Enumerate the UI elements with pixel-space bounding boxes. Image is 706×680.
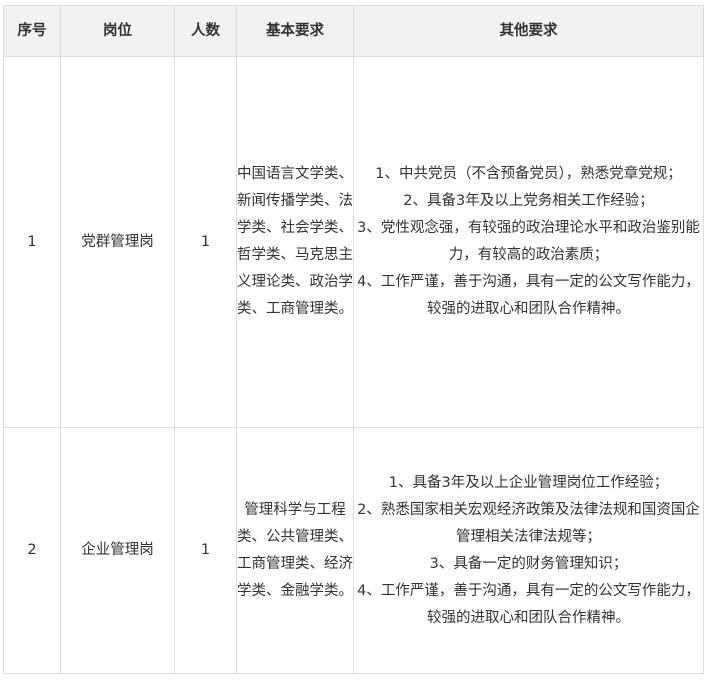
other-requirement-line: 2、具备3年及以上党务相关工作经验； <box>403 193 654 209</box>
row-count: 1 <box>174 427 237 674</box>
row-basic-requirements: 中国语言文学类、新闻传播学类、法学类、社会学类、哲学类、马克思主义理论类、政治学… <box>236 56 354 428</box>
table-row: 2 企业管理岗 1 管理科学与工程类、公共管理类、工商管理类、经济学类、金融学类… <box>3 427 704 674</box>
row-position: 党群管理岗 <box>60 56 175 428</box>
other-requirement-line: 3、党性观念强，有较强的政治理论水平和政治鉴别能力，有较高的政治素质； <box>357 220 700 263</box>
other-requirement-line: 1、具备3年及以上企业管理岗位工作经验； <box>388 474 669 491</box>
other-requirement-line: 2、熟悉国家相关宏观经济政策及法律法规和国资国企管理相关法律法规等； <box>357 501 700 545</box>
row-seq: 2 <box>3 427 61 674</box>
table-header-row: 序号 岗位 人数 基本要求 其他要求 <box>3 5 704 57</box>
header-basic-requirements: 基本要求 <box>236 5 354 57</box>
table-row: 1 党群管理岗 1 中国语言文学类、新闻传播学类、法学类、社会学类、哲学类、马克… <box>3 56 704 428</box>
row-other-requirements: 1、中共党员（不含预备党员），熟悉党章党规； 2、具备3年及以上党务相关工作经验… <box>353 56 704 428</box>
header-other-requirements: 其他要求 <box>353 5 704 57</box>
other-requirement-line: 3、具备一定的财务管理知识； <box>429 555 628 572</box>
basic-requirements-text: 中国语言文学类、新闻传播学类、法学类、社会学类、哲学类、马克思主义理论类、政治学… <box>237 166 353 317</box>
row-basic-requirements: 管理科学与工程类、公共管理类、工商管理类、经济学类、金融学类。 <box>236 427 354 674</box>
row-seq: 1 <box>3 56 61 428</box>
header-position: 岗位 <box>60 5 175 57</box>
other-requirement-line: 4、工作严谨，善于沟通，具有一定的公文写作能力，较强的进取心和团队合作精神。 <box>357 274 700 317</box>
other-requirement-line: 1、中共党员（不含预备党员），熟悉党章党规； <box>375 166 682 182</box>
header-count: 人数 <box>174 5 237 57</box>
other-requirement-line: 4、工作严谨，善于沟通，具有一定的公文写作能力，较强的进取心和团队合作精神。 <box>357 582 700 626</box>
row-position: 企业管理岗 <box>60 427 175 674</box>
job-requirements-table: 序号 岗位 人数 基本要求 其他要求 1 党群管理岗 1 中国语言文学类、新闻传… <box>3 5 704 674</box>
row-count: 1 <box>174 56 237 428</box>
header-seq: 序号 <box>3 5 61 57</box>
row-other-requirements: 1、具备3年及以上企业管理岗位工作经验； 2、熟悉国家相关宏观经济政策及法律法规… <box>353 427 704 674</box>
basic-requirements-text: 管理科学与工程类、公共管理类、工商管理类、经济学类、金融学类。 <box>237 501 353 599</box>
